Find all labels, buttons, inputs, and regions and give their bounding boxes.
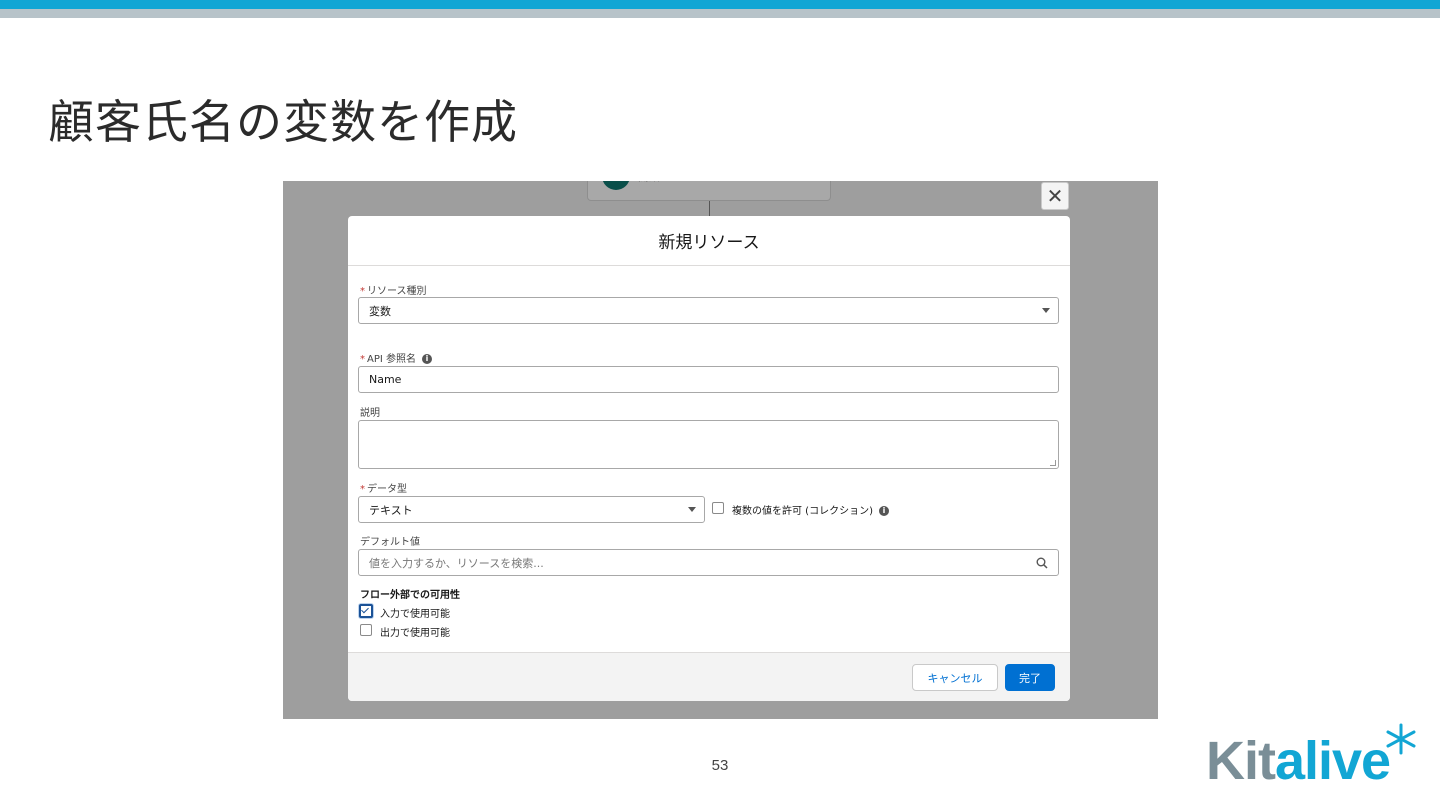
data-type-label: * データ型 bbox=[360, 480, 407, 495]
resource-type-label: * リソース種別 bbox=[360, 282, 427, 297]
kitalive-logo: Kitalive bbox=[1206, 722, 1426, 792]
resource-type-label-text: リソース種別 bbox=[367, 286, 427, 297]
close-modal-button[interactable]: ✕ bbox=[1041, 182, 1069, 210]
data-type-select[interactable]: テキスト bbox=[358, 496, 705, 523]
new-resource-modal: 新規リソース * リソース種別 変数 * API 参照名 i Name 説明 *… bbox=[348, 216, 1070, 701]
info-icon[interactable]: i bbox=[878, 506, 889, 516]
output-available-checkbox[interactable] bbox=[360, 624, 372, 636]
search-icon[interactable] bbox=[1036, 557, 1048, 569]
done-button[interactable]: 完了 bbox=[1005, 664, 1055, 691]
resource-type-select[interactable]: 変数 bbox=[358, 297, 1059, 324]
required-mark: * bbox=[360, 286, 365, 297]
allow-multiple-checkbox[interactable] bbox=[712, 502, 724, 514]
allow-multiple-label-text: 複数の値を許可 (コレクション) bbox=[732, 506, 873, 517]
default-value-label: デフォルト値 bbox=[360, 537, 420, 548]
slide: 顧客氏名の変数を作成 開始 ✕ 新規リソース *リソース種別 変数 *API 参… bbox=[0, 0, 1440, 810]
start-node-icon bbox=[602, 181, 630, 190]
resource-type-value: 変数 bbox=[369, 304, 391, 318]
input-available-checkbox[interactable] bbox=[359, 604, 373, 618]
top-sub-bar bbox=[0, 9, 1440, 18]
start-node-label: 開始 bbox=[638, 181, 660, 184]
slide-title: 顧客氏名の変数を作成 bbox=[48, 95, 518, 149]
availability-title: フロー外部での可用性 bbox=[360, 590, 460, 601]
resize-handle-icon[interactable] bbox=[1050, 460, 1056, 466]
info-icon[interactable]: i bbox=[422, 354, 432, 364]
data-type-label-text: データ型 bbox=[367, 484, 407, 495]
output-available-label: 出力で使用可能 bbox=[380, 628, 450, 639]
flow-connector bbox=[709, 201, 710, 217]
checkmark-icon bbox=[361, 605, 369, 614]
default-value-search-input[interactable]: 値を入力するか、リソースを検索... bbox=[358, 549, 1059, 576]
modal-footer: キャンセル 完了 bbox=[348, 652, 1070, 701]
screenshot-area: 開始 ✕ 新規リソース *リソース種別 変数 *API 参照名i Name bbox=[283, 181, 1158, 719]
api-name-value: Name bbox=[369, 373, 402, 386]
api-name-label-text: API 参照名 bbox=[367, 354, 416, 365]
input-available-label: 入力で使用可能 bbox=[380, 609, 450, 620]
api-name-input[interactable]: Name bbox=[358, 366, 1059, 393]
data-type-value: テキスト bbox=[369, 503, 413, 517]
default-value-placeholder: 値を入力するか、リソースを検索... bbox=[369, 556, 544, 570]
page-number: 53 bbox=[711, 757, 729, 774]
chevron-down-icon bbox=[688, 507, 696, 512]
logo-text-part1: Kit bbox=[1206, 731, 1276, 791]
logo-text-part2: alive bbox=[1274, 731, 1391, 791]
modal-body: * リソース種別 変数 * API 参照名 i Name 説明 * データ型 テ… bbox=[348, 266, 1070, 652]
modal-header: 新規リソース bbox=[348, 216, 1070, 266]
flow-start-node[interactable]: 開始 bbox=[587, 181, 831, 201]
description-textarea[interactable] bbox=[358, 420, 1059, 469]
modal-title: 新規リソース bbox=[658, 233, 760, 253]
logo-text: Kitalive bbox=[1206, 730, 1391, 792]
allow-multiple-label: 複数の値を許可 (コレクション) i bbox=[732, 502, 889, 517]
required-mark: * bbox=[360, 484, 365, 495]
chevron-down-icon bbox=[1042, 308, 1050, 313]
api-name-label: * API 参照名 i bbox=[360, 350, 432, 365]
cancel-button[interactable]: キャンセル bbox=[912, 664, 998, 691]
asterisk-logo-icon bbox=[1386, 723, 1416, 755]
description-label: 説明 bbox=[360, 408, 380, 419]
top-accent-bar bbox=[0, 0, 1440, 9]
required-mark: * bbox=[360, 354, 365, 365]
close-icon: ✕ bbox=[1046, 184, 1064, 208]
